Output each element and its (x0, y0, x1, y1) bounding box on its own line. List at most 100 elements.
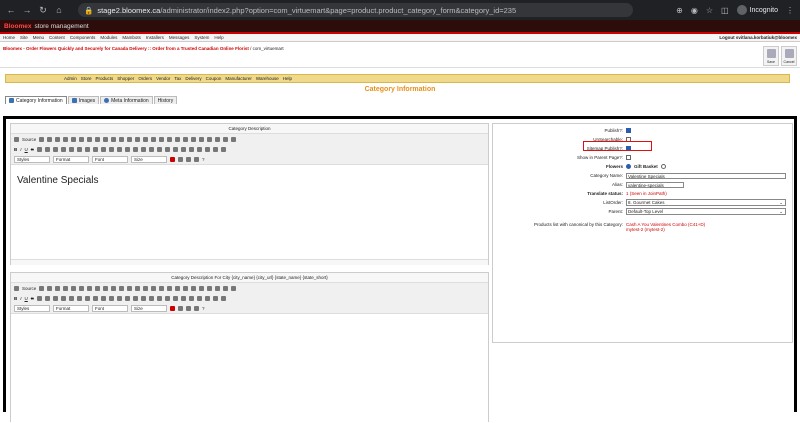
smiley-icon[interactable] (196, 295, 202, 301)
special-char-icon[interactable] (204, 295, 210, 301)
table-icon[interactable] (180, 295, 186, 301)
copy-icon[interactable] (87, 285, 93, 291)
redo-icon[interactable] (127, 136, 133, 142)
subscript-icon[interactable] (36, 295, 42, 301)
styles-dropdown[interactable]: Styles (14, 155, 50, 163)
horizontal-rule-icon[interactable] (188, 295, 194, 301)
justify-icon[interactable] (132, 295, 138, 301)
textfield-icon[interactable] (191, 136, 197, 142)
back-icon[interactable]: ← (6, 5, 16, 15)
preview-icon[interactable] (55, 285, 61, 291)
new-page-icon[interactable] (47, 285, 53, 291)
textarea-icon[interactable] (199, 136, 205, 142)
spellcheck-icon[interactable] (159, 285, 165, 291)
vm-products[interactable]: Products (96, 76, 114, 81)
outdent-icon[interactable] (76, 295, 82, 301)
eye-icon[interactable]: ◉ (691, 6, 698, 15)
indent-icon[interactable] (84, 295, 90, 301)
checkbox-icon[interactable] (175, 136, 181, 142)
tab-images[interactable]: Images (67, 96, 100, 104)
flowers-radio[interactable] (626, 164, 631, 169)
spellcheck-icon[interactable] (159, 136, 165, 142)
replace-icon[interactable] (143, 136, 149, 142)
vm-delivery[interactable]: Delivery (185, 76, 201, 81)
bg-color-icon[interactable] (178, 305, 183, 311)
gift-basket-radio[interactable] (660, 164, 666, 169)
blockquote-icon[interactable] (92, 295, 98, 301)
numbered-list-icon[interactable] (60, 295, 66, 301)
sidebar-icon[interactable]: ◫ (721, 6, 729, 15)
incognito-badge[interactable]: Incognito (736, 5, 778, 15)
help-icon[interactable]: ? (202, 306, 205, 311)
find-icon[interactable] (135, 136, 141, 142)
format-dropdown[interactable]: Format (53, 304, 89, 312)
subscript-icon[interactable] (36, 146, 42, 152)
help-icon[interactable]: ? (202, 157, 205, 162)
menu-help[interactable]: Help (214, 35, 223, 40)
new-page-icon[interactable] (47, 136, 53, 142)
select-all-icon[interactable] (151, 136, 157, 142)
save-button[interactable]: Save (763, 46, 779, 66)
font-dropdown[interactable]: Font (92, 155, 128, 163)
menu-site[interactable]: Site (20, 35, 28, 40)
tab-history[interactable]: History (153, 96, 178, 104)
cancel-button[interactable]: Cancel (781, 46, 797, 66)
paste-icon[interactable] (95, 285, 101, 291)
button-icon[interactable] (215, 285, 221, 291)
align-center-icon[interactable] (116, 295, 122, 301)
save-icon[interactable] (39, 136, 45, 142)
select-all-icon[interactable] (151, 285, 157, 291)
paste-icon[interactable] (95, 136, 101, 142)
vm-store[interactable]: Store (81, 76, 92, 81)
italic-icon[interactable]: I (20, 147, 21, 152)
vm-warehouse[interactable]: Warehouse (256, 76, 279, 81)
category-name-input[interactable]: Valentine Specials (626, 172, 786, 179)
radio-icon[interactable] (183, 136, 189, 142)
maximize-icon[interactable] (186, 156, 191, 162)
source-button[interactable]: Source (22, 137, 36, 142)
zoom-icon[interactable]: ⊕ (676, 6, 683, 15)
alias-input[interactable]: valentine-specials (626, 181, 684, 188)
table-icon[interactable] (180, 146, 186, 152)
bullet-list-icon[interactable] (68, 295, 74, 301)
font-dropdown[interactable]: Font (92, 304, 128, 312)
editor-content-area[interactable]: Valentine Specials (11, 164, 488, 259)
unlink-icon[interactable] (148, 146, 154, 152)
undo-icon[interactable] (119, 285, 125, 291)
show-parent-checkbox[interactable] (626, 155, 631, 160)
smiley-icon[interactable] (196, 146, 202, 152)
text-color-icon[interactable] (170, 305, 175, 311)
unlink-icon[interactable] (148, 295, 154, 301)
vm-tax[interactable]: Tax (174, 76, 181, 81)
underline-icon[interactable]: U (25, 147, 28, 152)
strike-icon[interactable]: S (31, 147, 34, 152)
select-icon[interactable] (207, 285, 213, 291)
star-icon[interactable]: ☆ (706, 6, 713, 15)
reload-icon[interactable]: ↻ (38, 5, 48, 15)
editor-content-area[interactable] (11, 313, 488, 423)
vm-admin[interactable]: Admin (64, 76, 77, 81)
underline-icon[interactable]: U (25, 296, 28, 301)
publish-checkbox[interactable] (626, 128, 631, 133)
styles-dropdown[interactable]: Styles (14, 304, 50, 312)
select-icon[interactable] (207, 136, 213, 142)
vm-vendor[interactable]: Vendor (156, 76, 170, 81)
flash-icon[interactable] (172, 295, 178, 301)
superscript-icon[interactable] (44, 295, 50, 301)
remove-format-icon[interactable] (52, 295, 58, 301)
page-break-icon[interactable] (212, 295, 218, 301)
menu-content[interactable]: Content (49, 35, 65, 40)
tab-category-information[interactable]: Category Information (5, 96, 67, 104)
paste-text-icon[interactable] (103, 285, 109, 291)
iframe-icon[interactable] (220, 295, 226, 301)
horizontal-rule-icon[interactable] (188, 146, 194, 152)
hidden-field-icon[interactable] (231, 285, 237, 291)
align-right-icon[interactable] (124, 295, 130, 301)
form-icon[interactable] (167, 136, 173, 142)
image-button-icon[interactable] (223, 136, 229, 142)
menu-home[interactable]: Home (3, 35, 15, 40)
address-bar[interactable]: 🔒 stage2.bloomex.ca /administrator/index… (78, 3, 633, 17)
format-dropdown[interactable]: Format (53, 155, 89, 163)
italic-icon[interactable]: I (20, 296, 21, 301)
editor-content[interactable]: Valentine Specials (11, 165, 488, 196)
